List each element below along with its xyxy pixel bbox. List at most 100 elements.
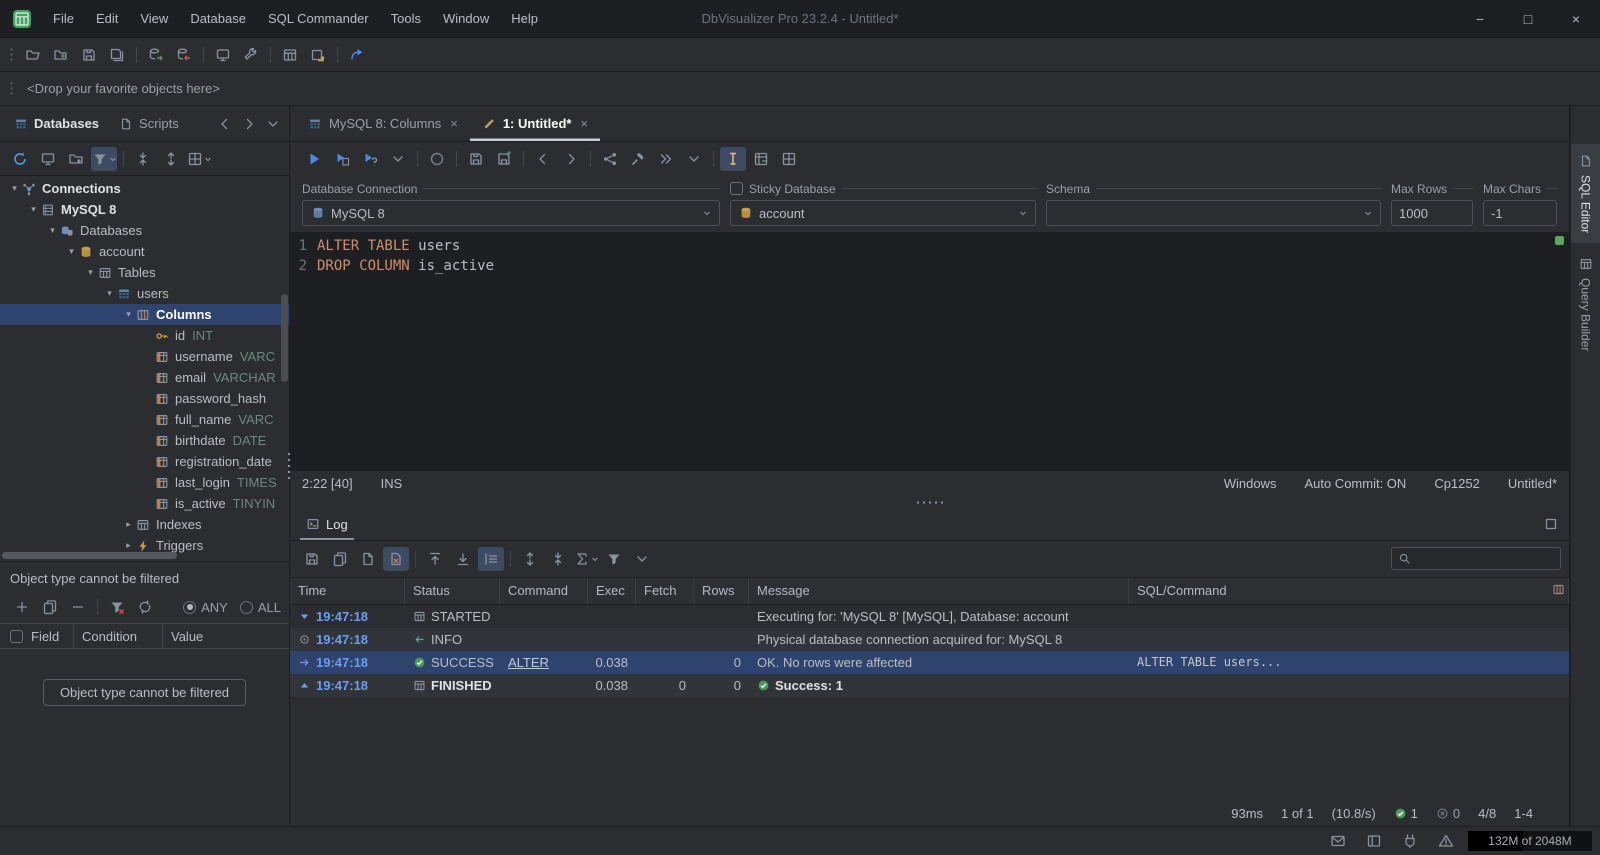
tab-close-button[interactable]: × — [580, 116, 588, 131]
menu-help[interactable]: Help — [500, 0, 549, 37]
tree-row-tables[interactable]: ▾Tables — [0, 262, 289, 283]
tab-mysql-8-columns[interactable]: MySQL 8: Columns× — [296, 106, 470, 141]
toolbar-folder-add-button[interactable] — [48, 43, 74, 67]
log-expand-all-button[interactable] — [517, 547, 543, 571]
tree-row-birthdate[interactable]: birthdateDATE — [0, 430, 289, 451]
menu-tools[interactable]: Tools — [380, 0, 432, 37]
filter-loop-button[interactable] — [132, 595, 158, 619]
toolbar-wrench-button[interactable] — [238, 43, 264, 67]
tree-row-connections[interactable]: ▾Connections — [0, 178, 289, 199]
toolbar-db-connect-button[interactable] — [143, 43, 169, 67]
tree-toolbar-refresh-button[interactable] — [7, 147, 33, 171]
object-filter-button[interactable]: Object type cannot be filtered — [43, 679, 246, 706]
sql-share-button[interactable] — [597, 147, 623, 171]
filter-row-checkbox[interactable] — [10, 630, 23, 643]
sql-fast-forward-button[interactable] — [653, 147, 679, 171]
log-save-button[interactable] — [299, 547, 325, 571]
log-row[interactable]: 19:47:18INFOPhysical database connection… — [290, 628, 1569, 651]
log-page-button[interactable] — [355, 547, 381, 571]
tab-1-untitled[interactable]: 1: Untitled*× — [470, 106, 600, 141]
sql-hammer-button[interactable] — [625, 147, 651, 171]
log-search-input[interactable] — [1415, 552, 1554, 566]
tree-row-full-name[interactable]: full_nameVARC — [0, 409, 289, 430]
column-header-time[interactable]: Time — [290, 578, 405, 604]
column-header-status[interactable]: Status — [405, 578, 500, 604]
tree-row-registration-date[interactable]: registration_date — [0, 451, 289, 472]
filter-funnel-red-button[interactable] — [104, 595, 130, 619]
tab-close-button[interactable]: × — [450, 116, 458, 131]
schema-combo[interactable] — [1046, 200, 1381, 226]
filter-minus-button[interactable] — [65, 595, 91, 619]
log-collapse-all-button[interactable] — [545, 547, 571, 571]
log-copy-button[interactable] — [327, 547, 353, 571]
splitter-handle[interactable] — [290, 497, 1569, 509]
tree-toolbar-funnel-button[interactable] — [91, 147, 117, 171]
toolbar-db-disconnect-button[interactable] — [171, 43, 197, 67]
menu-sql-commander[interactable]: SQL Commander — [257, 0, 380, 37]
tree-toolbar-expand-all-button[interactable] — [158, 147, 184, 171]
tree-row-users[interactable]: ▾users — [0, 283, 289, 304]
sql-run-script-button[interactable] — [329, 147, 355, 171]
sql-chevron-down-button[interactable] — [681, 147, 707, 171]
sql-save-as-button[interactable] — [491, 147, 517, 171]
tree-row-password-hash[interactable]: password_hash — [0, 388, 289, 409]
log-funnel-button[interactable] — [601, 547, 627, 571]
tree-row-account[interactable]: ▾account — [0, 241, 289, 262]
column-header-rows[interactable]: Rows — [694, 578, 749, 604]
tree-row-mysql-8[interactable]: ▾MySQL 8 — [0, 199, 289, 220]
toolbar-folder-open-button[interactable] — [20, 43, 46, 67]
favorites-drop-bar[interactable]: <Drop your favorite objects here> — [0, 72, 1600, 106]
table-settings-icon[interactable] — [1552, 583, 1565, 599]
toolbar-key-table-button[interactable] — [305, 43, 331, 67]
dropbar-drag-handle[interactable] — [9, 81, 14, 97]
filter-copy-button[interactable] — [37, 595, 63, 619]
maximize-button[interactable]: □ — [1504, 0, 1552, 37]
tree-toolbar-grid-button[interactable] — [186, 147, 212, 171]
log-sigma-button[interactable] — [573, 547, 599, 571]
toolbar-save-all-button[interactable] — [104, 43, 130, 67]
tree-toolbar-folder-cog-button[interactable] — [63, 147, 89, 171]
tab-log[interactable]: Log — [300, 509, 354, 540]
log-scroll-top-button[interactable] — [422, 547, 448, 571]
toolbar-save-button[interactable] — [76, 43, 102, 67]
menu-window[interactable]: Window — [432, 0, 500, 37]
status-plug-button[interactable] — [1397, 829, 1423, 853]
toolbar-drag-handle[interactable] — [9, 47, 14, 63]
tree-row-databases[interactable]: ▾Databases — [0, 220, 289, 241]
log-page-clear-button[interactable] — [383, 547, 409, 571]
tabs-back-button[interactable] — [214, 113, 236, 135]
tree-row-indexes[interactable]: ▸Indexes — [0, 514, 289, 535]
tree-row-id[interactable]: idINT — [0, 325, 289, 346]
status-mail-button[interactable] — [1325, 829, 1351, 853]
log-row[interactable]: 19:47:18SUCCESSALTER0.0380OK. No rows we… — [290, 651, 1569, 674]
column-header-command[interactable]: Command — [500, 578, 588, 604]
sql-grid-insert-button[interactable] — [748, 147, 774, 171]
sticky-database-combo[interactable]: account — [730, 200, 1036, 226]
sql-grid-button[interactable] — [776, 147, 802, 171]
right-tab-query-builder[interactable]: Query Builder — [1571, 247, 1600, 361]
tree-row-columns[interactable]: ▾Columns — [0, 304, 289, 325]
sql-forward-button[interactable] — [558, 147, 584, 171]
right-tab-sql-editor[interactable]: SQL Editor — [1571, 144, 1600, 243]
log-scroll-bottom-button[interactable] — [450, 547, 476, 571]
database-connection-combo[interactable]: MySQL 8 — [302, 200, 720, 226]
max-rows-input[interactable] — [1392, 206, 1472, 221]
toolbar-table-button[interactable] — [277, 43, 303, 67]
command-link[interactable]: ALTER — [508, 655, 549, 670]
status-panel-button[interactable] — [1361, 829, 1387, 853]
sql-run-explain-button[interactable] — [357, 147, 383, 171]
tree-toolbar-monitor-button[interactable] — [35, 147, 61, 171]
status-warning-button[interactable] — [1433, 829, 1459, 853]
tree-horizontal-scrollbar[interactable] — [2, 552, 177, 559]
menu-edit[interactable]: Edit — [85, 0, 129, 37]
sidebar-tab-databases[interactable]: Databases — [4, 106, 109, 141]
tabs-chevron-down-button[interactable] — [262, 113, 284, 135]
log-row[interactable]: 19:47:18STARTEDExecuting for: 'MySQL 8' … — [290, 605, 1569, 628]
sidebar-tab-scripts[interactable]: Scripts — [109, 106, 189, 141]
menu-file[interactable]: File — [42, 0, 85, 37]
tree-toolbar-collapse-all-button[interactable] — [130, 147, 156, 171]
column-header-message[interactable]: Message — [749, 578, 1129, 604]
menu-view[interactable]: View — [129, 0, 179, 37]
sql-run-button[interactable] — [301, 147, 327, 171]
sql-save-button[interactable] — [463, 147, 489, 171]
